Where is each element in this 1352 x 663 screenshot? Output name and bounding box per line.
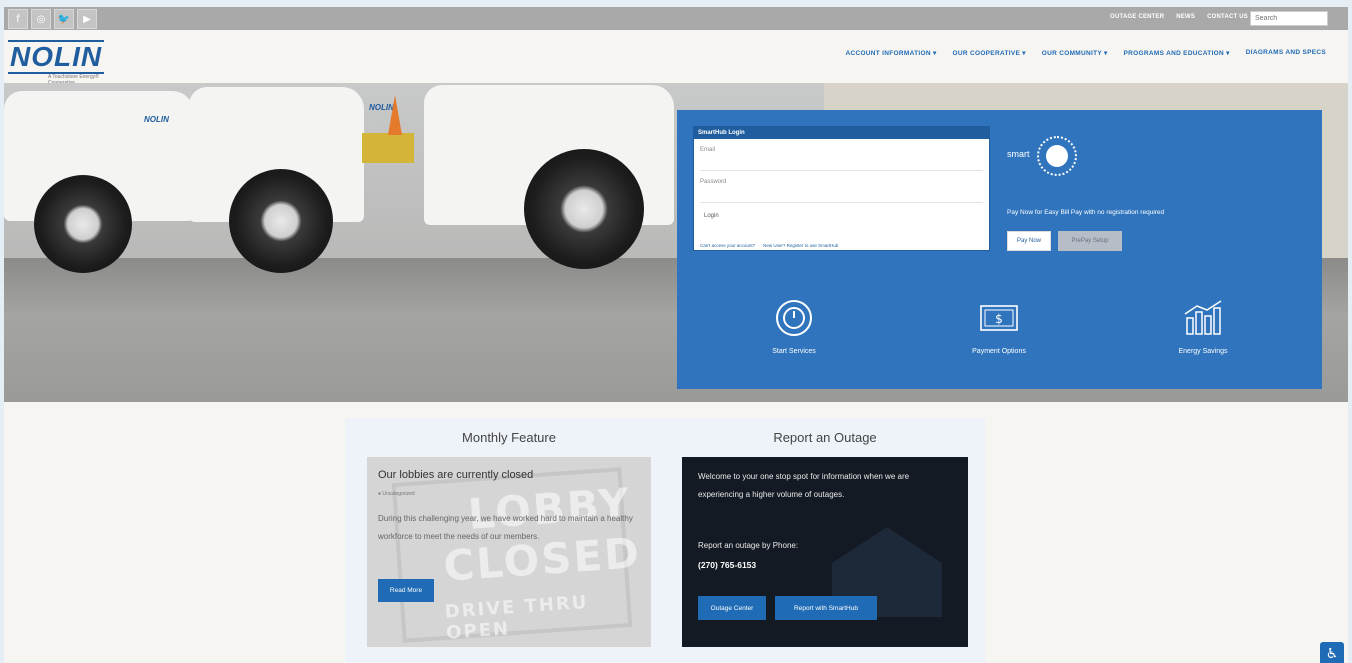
facebook-icon[interactable]: f <box>8 9 28 29</box>
power-icon <box>776 300 812 336</box>
traffic-cone <box>388 95 402 135</box>
nolin-logo[interactable]: NOLIN A Touchstone Energy® Cooperative <box>8 40 116 86</box>
smarthub-logo: smart <box>1007 128 1097 188</box>
twitter-icon[interactable]: 🐦 <box>54 9 74 29</box>
accessibility-icon[interactable]: ♿ <box>1320 642 1344 663</box>
login-links: Can't access your account? New User? Reg… <box>700 243 838 248</box>
feature-section: Monthly Feature Report an Outage LOBBY C… <box>345 418 985 663</box>
payment-options-link[interactable]: $ Payment Options <box>939 298 1059 355</box>
outage-center-button[interactable]: Outage Center <box>698 596 766 620</box>
report-smarthub-button[interactable]: Report with SmartHub <box>775 596 877 620</box>
money-icon: $ <box>980 305 1018 331</box>
page: f ◎ 🐦 ▶ OUTAGE CENTER NEWS CONTACT US NO… <box>4 7 1348 663</box>
forgot-account-link[interactable]: Can't access your account? <box>700 243 755 248</box>
energy-savings-label: Energy Savings <box>1178 348 1228 355</box>
logo-wordmark: NOLIN <box>8 40 105 74</box>
start-services-label: Start Services <box>772 348 816 355</box>
register-link[interactable]: New User? Register to use SmartHub <box>763 243 838 248</box>
lobby-closed-sign: LOBBY CLOSED DRIVE THRU OPEN <box>391 467 642 644</box>
youtube-icon[interactable]: ▶ <box>77 9 97 29</box>
monthly-feature-title: Monthly Feature <box>462 430 556 445</box>
site-header: NOLIN A Touchstone Energy® Cooperative A… <box>4 30 1348 86</box>
outage-phone-label: Report an outage by Phone: <box>698 541 799 550</box>
truck-2-wheel <box>229 169 333 273</box>
social-links: f ◎ 🐦 ▶ <box>8 9 97 29</box>
password-field[interactable]: Password <box>700 177 983 203</box>
report-outage-card: Welcome to your one stop spot for inform… <box>682 457 968 647</box>
monthly-feature-meta: ● Uncategorized <box>378 491 415 497</box>
nav-our-community[interactable]: OUR COMMUNITY ▾ <box>1042 49 1108 57</box>
safety-equipment <box>362 133 414 163</box>
nav-diagrams-specs[interactable]: DIAGRAMS AND SPECS <box>1246 49 1326 57</box>
smarthub-login-box: SmartHub Login Email Password Login Can'… <box>693 126 990 251</box>
nav-our-cooperative[interactable]: OUR COOPERATIVE ▾ <box>953 49 1026 57</box>
monthly-feature-body: During this challenging year, we have wo… <box>378 514 633 541</box>
svg-text:$: $ <box>995 312 1003 326</box>
nav-account-information[interactable]: ACCOUNT INFORMATION ▾ <box>845 49 936 57</box>
search-input[interactable] <box>1250 11 1328 26</box>
smarthub-wordmark: smart <box>1007 149 1030 159</box>
monthly-feature-headline[interactable]: Our lobbies are currently closed <box>378 469 533 481</box>
smarthub-panel: SmartHub Login Email Password Login Can'… <box>677 110 1322 389</box>
read-more-button[interactable]: Read More <box>378 579 434 602</box>
sign-word-drive-thru: DRIVE THRU OPEN <box>444 591 590 644</box>
outage-phone-number[interactable]: (270) 765-6153 <box>698 560 756 570</box>
outage-center-link[interactable]: OUTAGE CENTER <box>1110 14 1164 20</box>
truck-2-logo: NOLIN <box>369 103 394 112</box>
main-nav: ACCOUNT INFORMATION ▾ OUR COOPERATIVE ▾ … <box>845 49 1326 57</box>
outage-intro: Welcome to your one stop spot for inform… <box>698 472 910 499</box>
news-link[interactable]: NEWS <box>1176 14 1195 20</box>
paynow-description: Pay Now for Easy Bill Pay with no regist… <box>1007 209 1165 216</box>
login-title: SmartHub Login <box>694 127 989 139</box>
energy-savings-link[interactable]: Energy Savings <box>1143 298 1263 355</box>
energy-chart-icon <box>1184 300 1222 335</box>
pay-now-button[interactable]: Pay Now <box>1007 231 1051 251</box>
truck-3-wheel <box>524 149 644 269</box>
payment-options-label: Payment Options <box>972 348 1026 355</box>
start-services-link[interactable]: Start Services <box>734 298 854 355</box>
prepay-setup-button[interactable]: PrePay Setup <box>1058 231 1122 251</box>
utility-links: OUTAGE CENTER NEWS CONTACT US <box>1110 14 1248 20</box>
utility-bar: f ◎ 🐦 ▶ OUTAGE CENTER NEWS CONTACT US <box>4 7 1348 30</box>
report-outage-title: Report an Outage <box>773 430 877 445</box>
smarthub-core <box>1046 145 1068 167</box>
contact-us-link[interactable]: CONTACT US <box>1207 14 1248 20</box>
truck-1-wheel <box>34 175 132 273</box>
instagram-icon[interactable]: ◎ <box>31 9 51 29</box>
login-button[interactable]: Login <box>700 211 723 221</box>
email-field[interactable]: Email <box>700 145 983 171</box>
truck-1-logo: NOLIN <box>144 115 169 124</box>
monthly-feature-card: LOBBY CLOSED DRIVE THRU OPEN Our lobbies… <box>367 457 651 647</box>
nav-programs-education[interactable]: PROGRAMS AND EDUCATION ▾ <box>1124 49 1230 57</box>
